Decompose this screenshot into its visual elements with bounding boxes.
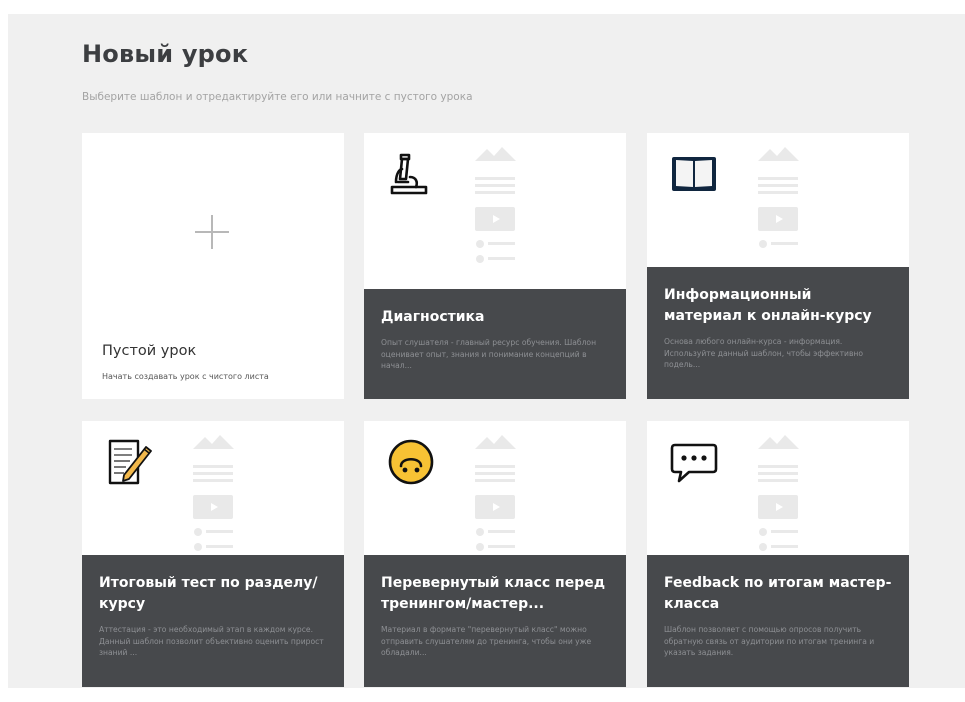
template-title: Перевернутый класс перед тренингом/масте… (381, 575, 606, 612)
template-title: Информационный материал к онлайн-курсу (664, 287, 872, 324)
template-description: Аттестация - это необходимый этап в кажд… (99, 625, 324, 657)
memo-pencil-icon (108, 439, 152, 485)
template-description: Шаблон позволяет с помощью опросов получ… (664, 625, 875, 657)
template-card-flipped-class[interactable]: Перевернутый класс перед тренингом/масте… (364, 421, 626, 687)
template-title: Feedback по итогам мастер-класса (664, 575, 892, 612)
template-info-overlay: Перевернутый класс перед тренингом/масте… (364, 555, 626, 687)
ghost-content-icons (193, 435, 234, 551)
new-lesson-panel: Новый урок Выберите шаблон и отредактиру… (8, 14, 965, 688)
template-info-overlay: Итоговый тест по разделу/ курсу Аттестац… (82, 555, 344, 687)
template-card-feedback[interactable]: Feedback по итогам мастер-класса Шаблон … (647, 421, 909, 687)
template-title: Итоговый тест по разделу/ курсу (99, 575, 318, 612)
page-title: Новый урок (82, 40, 249, 68)
upside-down-face-icon (388, 439, 434, 485)
ghost-content-icons (758, 147, 799, 248)
page-subtitle: Выберите шаблон и отредактируйте его или… (82, 91, 473, 103)
template-info-overlay: Информационный материал к онлайн-курсу О… (647, 267, 909, 399)
template-title: Диагностика (381, 309, 485, 325)
empty-lesson-title: Пустой урок (102, 343, 197, 359)
empty-lesson-description: Начать создавать урок с чистого листа (102, 372, 269, 381)
template-description: Основа любого онлайн-курса - информация.… (664, 337, 864, 369)
empty-lesson-card[interactable]: Пустой урок Начать создавать урок с чист… (82, 133, 344, 399)
speech-bubble-icon (670, 443, 718, 483)
template-info-overlay: Диагностика Опыт слушателя - главный рес… (364, 289, 626, 399)
microscope-icon (390, 153, 428, 195)
template-card-info-material[interactable]: Информационный материал к онлайн-курсу О… (647, 133, 909, 399)
book-icon (672, 157, 716, 191)
ghost-content-icons (475, 435, 516, 551)
ghost-content-icons (758, 435, 799, 551)
plus-icon (195, 215, 229, 249)
template-description: Материал в формате "перевернутый класс" … (381, 625, 592, 657)
template-description: Опыт слушателя - главный ресурс обучения… (381, 338, 597, 370)
template-info-overlay: Feedback по итогам мастер-класса Шаблон … (647, 555, 909, 687)
ghost-content-icons (475, 147, 516, 263)
template-card-diagnostics[interactable]: Диагностика Опыт слушателя - главный рес… (364, 133, 626, 399)
template-card-final-test[interactable]: Итоговый тест по разделу/ курсу Аттестац… (82, 421, 344, 687)
